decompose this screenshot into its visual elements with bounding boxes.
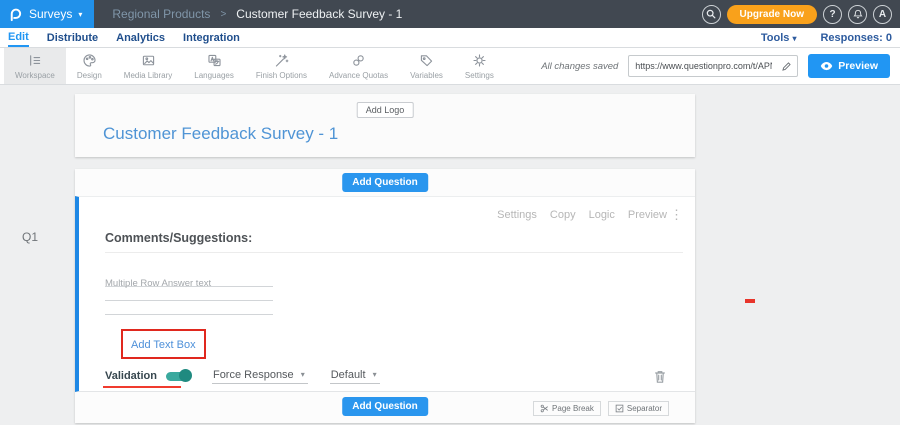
notifications-button[interactable]	[848, 5, 867, 24]
separator-button[interactable]: Separator	[608, 401, 669, 416]
answer-row-1[interactable]: Multiple Row Answer text	[105, 273, 273, 287]
responses-count[interactable]: Responses: 0	[820, 32, 892, 44]
question-action-links: Settings Copy Logic Preview	[497, 209, 667, 221]
add-text-box-link[interactable]: Add Text Box	[131, 339, 196, 351]
question-footer: Validation Force Response ▾ Default ▾	[79, 361, 695, 391]
tool-advance-quotas[interactable]: Advance Quotas	[318, 48, 399, 84]
chevron-down-icon: ▾	[301, 370, 305, 379]
eye-icon	[820, 61, 833, 71]
force-response-dropdown[interactable]: Force Response ▾	[212, 369, 308, 384]
question-text[interactable]: Comments/Suggestions:	[105, 231, 685, 245]
answer-placeholder: Multiple Row Answer text	[105, 278, 211, 289]
add-question-strip-bottom: Add Question Page Break Separator	[75, 392, 695, 423]
editor-toolbar: Workspace Design Media Library Languages…	[0, 48, 900, 85]
breadcrumb-folder[interactable]: Regional Products	[112, 7, 210, 21]
add-logo-button[interactable]: Add Logo	[357, 102, 414, 118]
survey-url-input[interactable]	[629, 61, 776, 71]
preview-button[interactable]: Preview	[808, 54, 890, 78]
quota-links-icon	[350, 52, 367, 69]
question-settings-link[interactable]: Settings	[497, 209, 537, 221]
question-content: Comments/Suggestions: Multiple Row Answe…	[79, 197, 695, 359]
chevron-down-icon: ▾	[373, 370, 377, 379]
tab-distribute[interactable]: Distribute	[47, 28, 98, 47]
checkbox-icon	[615, 404, 624, 413]
tag-icon	[418, 52, 435, 69]
question-number-label: Q1	[22, 230, 38, 244]
account-avatar[interactable]: A	[873, 5, 892, 24]
toggle-knob	[179, 369, 192, 382]
toolbar-right: All changes saved Preview	[541, 48, 900, 84]
answer-row-2[interactable]	[105, 287, 273, 301]
product-switcher[interactable]: Surveys ▾	[0, 0, 94, 28]
upgrade-now-button[interactable]: Upgrade Now	[727, 5, 817, 24]
tool-media-library[interactable]: Media Library	[113, 48, 183, 84]
question-copy-link[interactable]: Copy	[550, 209, 576, 221]
survey-url-box	[628, 55, 798, 77]
survey-header-card: Add Logo Customer Feedback Survey - 1	[75, 94, 695, 157]
tool-settings[interactable]: Settings	[454, 48, 505, 84]
validation-annotation-underline	[103, 386, 181, 388]
magic-wand-icon	[273, 52, 290, 69]
add-text-box-highlight: Add Text Box	[121, 329, 206, 359]
tool-languages[interactable]: Languages	[183, 48, 245, 84]
trash-icon	[653, 369, 667, 384]
validation-label: Validation	[105, 370, 157, 382]
annotation-red-dash	[745, 299, 755, 303]
search-button[interactable]	[702, 5, 721, 24]
tool-finish-options[interactable]: Finish Options	[245, 48, 318, 84]
pencil-icon	[781, 61, 792, 72]
help-button[interactable]: ?	[823, 5, 842, 24]
questionpro-logo-icon	[8, 7, 23, 22]
breadcrumb: Regional Products > Customer Feedback Su…	[112, 7, 402, 21]
image-icon	[140, 52, 157, 69]
survey-nav: Edit Distribute Analytics Integration To…	[0, 28, 900, 48]
avatar-initial: A	[879, 9, 886, 20]
product-name: Surveys	[29, 7, 72, 21]
chevron-down-icon: ▾	[792, 34, 796, 43]
survey-title[interactable]: Customer Feedback Survey - 1	[103, 124, 338, 144]
question-more-menu-icon[interactable]: ⋮	[670, 207, 683, 223]
edit-url-button[interactable]	[776, 61, 797, 72]
survey-canvas: Q1 Add Logo Customer Feedback Survey - 1…	[0, 85, 900, 424]
tools-menu[interactable]: Tools ▾	[761, 32, 797, 44]
question-section: Add Question Settings Copy Logic Preview…	[75, 169, 695, 423]
top-bar: Surveys ▾ Regional Products > Customer F…	[0, 0, 900, 28]
add-question-button-top[interactable]: Add Question	[342, 173, 428, 192]
add-question-strip-top: Add Question	[75, 169, 695, 196]
palette-icon	[81, 52, 98, 69]
tab-analytics[interactable]: Analytics	[116, 28, 165, 47]
validation-toggle[interactable]	[166, 372, 190, 381]
bell-icon	[853, 9, 863, 19]
topbar-actions: Upgrade Now ? A	[702, 5, 900, 24]
breadcrumb-survey-name: Customer Feedback Survey - 1	[236, 7, 402, 21]
question-logic-link[interactable]: Logic	[589, 209, 615, 221]
answer-row-3[interactable]	[105, 301, 273, 315]
question-card: Settings Copy Logic Preview ⋮ Comments/S…	[75, 196, 695, 392]
workspace-icon	[26, 52, 43, 69]
chevron-down-icon: ▾	[78, 10, 82, 19]
tool-workspace[interactable]: Workspace	[4, 48, 66, 84]
translate-icon	[206, 52, 223, 69]
page-controls: Page Break Separator	[533, 401, 669, 416]
page-break-button[interactable]: Page Break	[533, 401, 601, 416]
save-status: All changes saved	[541, 61, 618, 72]
nav-right: Tools ▾ Responses: 0	[761, 32, 892, 44]
scissors-icon	[540, 404, 549, 413]
default-dropdown[interactable]: Default ▾	[330, 369, 380, 384]
tab-integration[interactable]: Integration	[183, 28, 240, 47]
question-text-underline	[105, 252, 683, 253]
question-mark-icon: ?	[829, 9, 835, 20]
tool-variables[interactable]: Variables	[399, 48, 454, 84]
question-preview-link[interactable]: Preview	[628, 209, 667, 221]
breadcrumb-separator: >	[220, 9, 226, 20]
gear-icon	[471, 52, 488, 69]
search-icon	[706, 9, 716, 19]
tab-edit[interactable]: Edit	[8, 28, 29, 47]
delete-question-button[interactable]	[653, 369, 667, 384]
tool-design[interactable]: Design	[66, 48, 113, 84]
add-question-button-bottom[interactable]: Add Question	[342, 397, 428, 416]
